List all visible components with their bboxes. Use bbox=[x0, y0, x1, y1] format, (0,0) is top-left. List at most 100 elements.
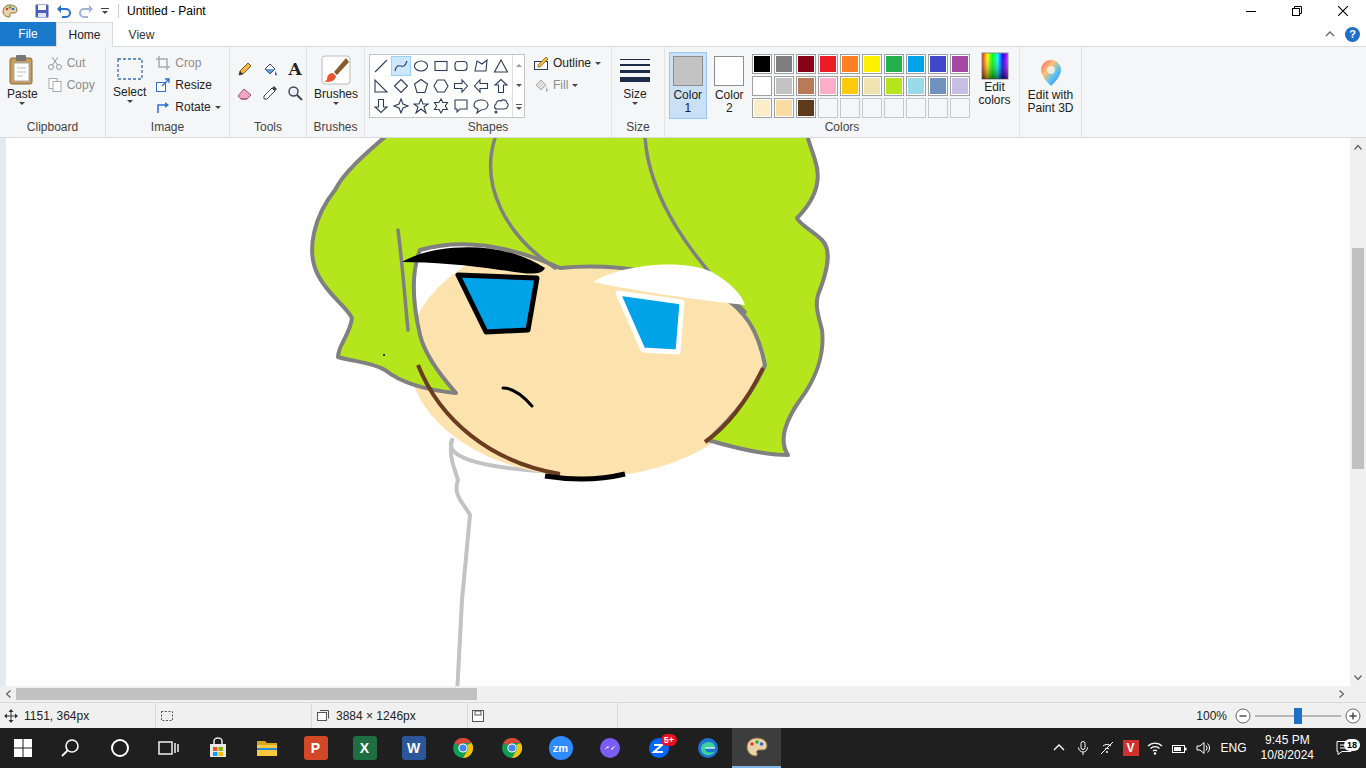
taskbar-word-button[interactable]: W bbox=[389, 728, 438, 768]
paint-app-icon[interactable] bbox=[2, 3, 18, 19]
size-button[interactable]: Size bbox=[616, 52, 654, 107]
crop-button[interactable]: Crop bbox=[153, 52, 222, 74]
shape-button[interactable] bbox=[471, 56, 491, 76]
edit-colors-button[interactable]: Edit colors bbox=[974, 52, 1015, 109]
tray-battery-button[interactable] bbox=[1167, 728, 1191, 768]
ribbon-tab[interactable]: Home bbox=[56, 22, 113, 47]
fill-button[interactable]: Fill bbox=[531, 74, 603, 96]
palette-swatch[interactable] bbox=[796, 98, 816, 118]
palette-swatch[interactable] bbox=[774, 76, 794, 96]
scroll-right-button[interactable] bbox=[1334, 686, 1350, 702]
shape-button[interactable] bbox=[451, 96, 471, 116]
shape-button[interactable] bbox=[471, 76, 491, 96]
palette-swatch[interactable] bbox=[884, 54, 904, 74]
palette-swatch[interactable] bbox=[796, 54, 816, 74]
shape-button[interactable] bbox=[391, 76, 411, 96]
edit-with-paint3d-button[interactable]: Edit with Paint 3D bbox=[1024, 52, 1077, 117]
minimize-button[interactable] bbox=[1228, 0, 1274, 22]
vertical-scroll-thumb[interactable] bbox=[1352, 248, 1364, 469]
save-icon[interactable] bbox=[34, 3, 50, 19]
taskbar-zalo-button[interactable]: 5+ bbox=[634, 728, 683, 768]
gallery-more-button[interactable] bbox=[513, 96, 524, 117]
palette-swatch[interactable] bbox=[774, 98, 794, 118]
resize-button[interactable]: Resize bbox=[153, 74, 222, 96]
taskbar-chrome-button[interactable] bbox=[487, 728, 536, 768]
shape-button[interactable] bbox=[431, 56, 451, 76]
help-button[interactable]: ? bbox=[1335, 22, 1366, 46]
drawing-canvas[interactable] bbox=[6, 138, 1350, 686]
shape-button[interactable] bbox=[371, 56, 391, 76]
tray-wifi-button[interactable] bbox=[1143, 728, 1167, 768]
shape-button[interactable] bbox=[431, 96, 451, 116]
copy-button[interactable]: Copy bbox=[45, 74, 97, 96]
text-tool[interactable]: A bbox=[284, 58, 306, 80]
shape-button[interactable] bbox=[411, 56, 431, 76]
palette-swatch[interactable] bbox=[906, 76, 926, 96]
taskbar-taskview-button[interactable] bbox=[144, 728, 193, 768]
tray-volume-button[interactable] bbox=[1191, 728, 1215, 768]
redo-icon[interactable] bbox=[78, 3, 94, 19]
magnifier-tool[interactable] bbox=[284, 82, 306, 104]
palette-swatch[interactable] bbox=[840, 76, 860, 96]
paste-button[interactable]: Paste bbox=[4, 52, 41, 107]
scroll-up-button[interactable] bbox=[1350, 138, 1366, 155]
scroll-down-button[interactable] bbox=[1350, 669, 1366, 686]
palette-swatch[interactable] bbox=[752, 98, 772, 118]
picker-tool[interactable] bbox=[259, 82, 281, 104]
palette-swatch[interactable] bbox=[818, 54, 838, 74]
tray-network-button[interactable] bbox=[1095, 728, 1119, 768]
palette-swatch[interactable] bbox=[752, 54, 772, 74]
empty-color-slot[interactable] bbox=[950, 98, 970, 118]
horizontal-scroll-track[interactable] bbox=[16, 686, 1334, 702]
color2-button[interactable]: Color 2 bbox=[711, 52, 749, 119]
rotate-button[interactable]: Rotate bbox=[153, 96, 222, 118]
palette-swatch[interactable] bbox=[862, 54, 882, 74]
pencil-tool[interactable] bbox=[234, 58, 256, 80]
vertical-scrollbar[interactable] bbox=[1350, 138, 1366, 686]
cut-button[interactable]: Cut bbox=[45, 52, 97, 74]
zoom-in-button[interactable] bbox=[1345, 708, 1361, 724]
taskbar-paint-button[interactable] bbox=[732, 728, 781, 768]
empty-color-slot[interactable] bbox=[884, 98, 904, 118]
shape-button[interactable] bbox=[491, 76, 511, 96]
empty-color-slot[interactable] bbox=[862, 98, 882, 118]
zoom-slider-thumb[interactable] bbox=[1294, 708, 1302, 724]
restore-button[interactable] bbox=[1274, 0, 1320, 22]
shape-button[interactable] bbox=[411, 96, 431, 116]
palette-swatch[interactable] bbox=[796, 76, 816, 96]
close-button[interactable] bbox=[1320, 0, 1366, 22]
shape-button[interactable] bbox=[411, 76, 431, 96]
shape-button[interactable] bbox=[491, 96, 511, 116]
color1-button[interactable]: Color 1 bbox=[669, 52, 707, 119]
tray-mic-button[interactable] bbox=[1071, 728, 1095, 768]
shape-button[interactable] bbox=[431, 76, 451, 96]
taskbar-zoom-button[interactable]: zm bbox=[536, 728, 585, 768]
palette-swatch[interactable] bbox=[906, 54, 926, 74]
palette-swatch[interactable] bbox=[950, 54, 970, 74]
fill-tool[interactable] bbox=[259, 58, 281, 80]
input-language[interactable]: ENG bbox=[1215, 741, 1253, 755]
brushes-button[interactable]: Brushes bbox=[311, 52, 361, 107]
scroll-left-button[interactable] bbox=[0, 686, 16, 702]
taskbar-edge-button[interactable] bbox=[683, 728, 732, 768]
palette-swatch[interactable] bbox=[818, 76, 838, 96]
shape-button[interactable] bbox=[391, 56, 411, 76]
taskbar-excel-button[interactable]: X bbox=[340, 728, 389, 768]
tray-caret-button[interactable] bbox=[1047, 728, 1071, 768]
empty-color-slot[interactable] bbox=[840, 98, 860, 118]
shape-button[interactable] bbox=[471, 96, 491, 116]
taskbar-chrome-button[interactable] bbox=[438, 728, 487, 768]
horizontal-scroll-thumb[interactable] bbox=[16, 688, 477, 700]
shape-button[interactable] bbox=[371, 76, 391, 96]
undo-icon[interactable] bbox=[56, 3, 72, 19]
collapse-ribbon-button[interactable] bbox=[1325, 22, 1335, 46]
gallery-up-button[interactable] bbox=[513, 55, 524, 76]
taskbar-search-button[interactable] bbox=[46, 728, 95, 768]
zoom-slider[interactable] bbox=[1255, 706, 1341, 726]
palette-swatch[interactable] bbox=[950, 76, 970, 96]
shape-button[interactable] bbox=[451, 76, 471, 96]
palette-swatch[interactable] bbox=[928, 76, 948, 96]
outline-button[interactable]: Outline bbox=[531, 52, 603, 74]
tray-vivaldi-button[interactable]: V bbox=[1119, 728, 1143, 768]
taskbar-explorer-button[interactable] bbox=[242, 728, 291, 768]
